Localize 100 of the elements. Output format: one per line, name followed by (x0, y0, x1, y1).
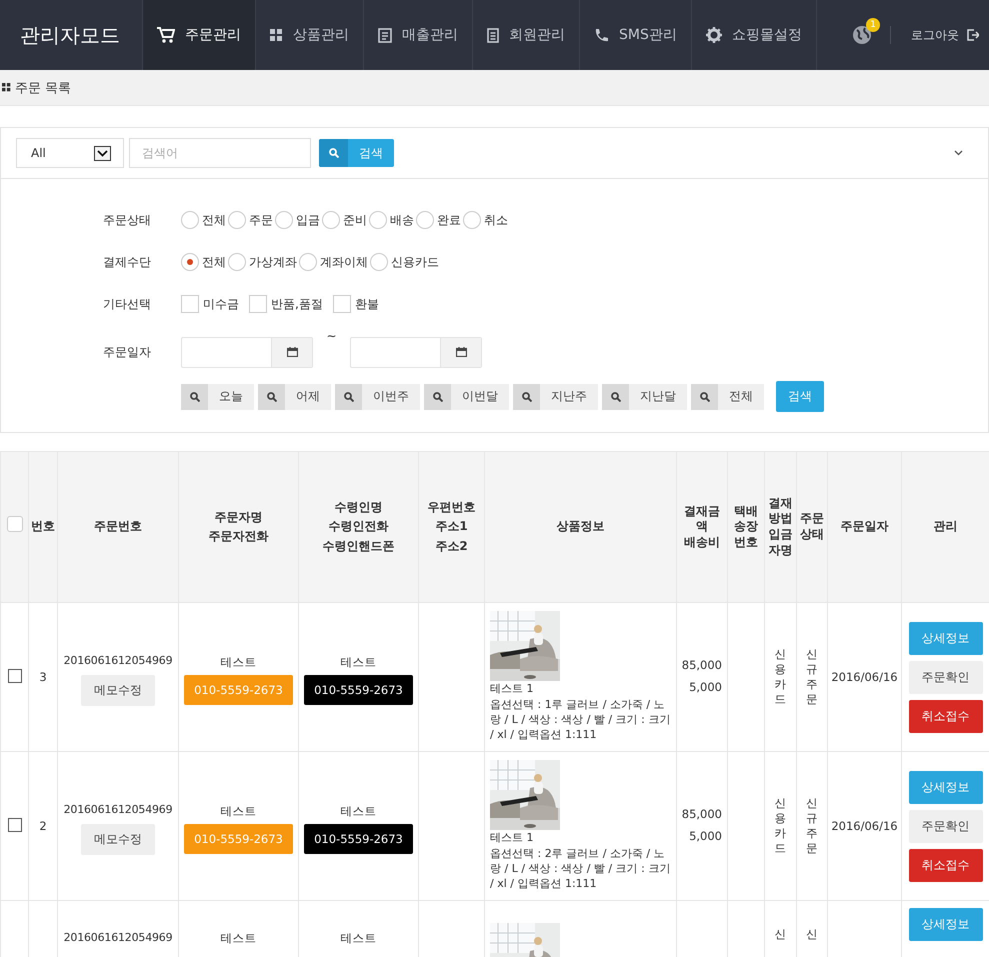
date-range-button[interactable]: 오늘 (181, 384, 254, 410)
column-header: 주문일자 (840, 518, 890, 536)
column-header: 주문자전화 (208, 528, 270, 545)
radio-button[interactable] (181, 211, 199, 229)
phone-icon (594, 28, 609, 42)
document-icon (487, 28, 499, 42)
search-icon (344, 392, 354, 402)
column-header: 수령인핸드폰 (322, 538, 396, 555)
column-header: 수령인명 (334, 499, 384, 516)
column-header: 주문자명 (214, 508, 264, 526)
cancel-request-button[interactable]: 취소접수 (908, 848, 982, 882)
column-header: 관리 (932, 518, 958, 536)
calendar-icon (286, 347, 298, 357)
grid-icon (270, 28, 283, 42)
radio-button[interactable] (370, 253, 388, 271)
option-label: 환불 (354, 296, 379, 312)
grid-icon (2, 83, 11, 92)
option-label: 전체 (202, 212, 226, 228)
shipping-fee: 5,000 (688, 828, 722, 845)
field-label: 주문상태 (103, 212, 152, 228)
payment-amount: 85,000 (680, 657, 722, 674)
date-range-button[interactable]: 이번달 (424, 384, 509, 410)
radio-button[interactable] (275, 211, 293, 229)
cart-icon (157, 27, 175, 43)
option-label: 준비 (343, 212, 367, 228)
column-header: 수령인전화 (328, 518, 390, 536)
option-label: 취소 (484, 212, 508, 228)
order-status: 신규주문 (806, 647, 818, 706)
receiver-phone-button[interactable]: 010-5559-2673 (304, 675, 413, 706)
product-name: 테스트 1 (490, 681, 534, 697)
payment-method: 신용카드 (774, 796, 786, 855)
payment-amount: 85,000 (680, 806, 722, 824)
column-header: 택배송장번호 (733, 504, 759, 550)
radio-button[interactable] (299, 253, 317, 271)
date-range-button[interactable]: 지난달 (602, 384, 687, 410)
date-range-button[interactable]: 전체 (691, 384, 764, 410)
dropdown-caret-icon (94, 146, 111, 160)
search-icon (610, 392, 620, 402)
radio-button[interactable] (463, 211, 481, 229)
confirm-order-button[interactable]: 주문확인 (908, 660, 982, 694)
receiver-phone-button[interactable]: 010-5559-2673 (304, 824, 413, 854)
order-status: 신 (806, 927, 818, 941)
option-label: 미수금 (203, 296, 239, 312)
date-field[interactable] (350, 336, 482, 368)
column-header: 주소1 (434, 518, 469, 536)
memo-edit-button[interactable]: 메모수정 (81, 824, 155, 855)
date-field[interactable] (181, 336, 313, 368)
cancel-request-button[interactable]: 취소접수 (908, 700, 982, 732)
field-label: 기타선택 (103, 296, 152, 312)
column-header: 주문상태 (799, 511, 825, 543)
radio-button[interactable] (416, 211, 434, 229)
date-range-button[interactable]: 이번주 (335, 384, 420, 410)
date-range-button[interactable]: 지난주 (513, 384, 598, 410)
option-label: 신용카드 (391, 254, 439, 270)
option-label: 가상계좌 (249, 254, 297, 270)
range-separator: ~ (325, 329, 338, 343)
search-icon (522, 392, 532, 402)
column-header: 결재방법입금자명 (768, 496, 794, 558)
column-header: 주소2 (434, 538, 469, 555)
column-header: 우편번호 (426, 499, 476, 516)
checkbox[interactable] (249, 295, 267, 313)
globe-icon (852, 25, 872, 45)
nav-item[interactable]: 주문관리 (142, 0, 255, 70)
column-header: 결재금액 (683, 504, 721, 535)
confirm-order-button[interactable]: 주문확인 (908, 810, 982, 842)
radio-button[interactable] (181, 253, 199, 271)
date-range-button[interactable]: 어제 (258, 384, 331, 410)
brand-title: 관리자모드 (19, 22, 121, 48)
scope-dropdown[interactable]: All (16, 138, 124, 168)
column-header: 주문번호 (93, 518, 143, 536)
order-number: 2016061612054969 (62, 803, 174, 818)
logout-link[interactable]: 로그아웃 (911, 26, 979, 44)
shipping-fee: 5,000 (688, 679, 722, 696)
option-label: 배송 (390, 212, 414, 228)
row-checkbox[interactable] (8, 818, 22, 832)
memo-edit-button[interactable]: 메모수정 (81, 674, 155, 706)
orderer-name: 테스트 (220, 804, 258, 818)
receiver-name: 테스트 (340, 804, 378, 818)
search-icon (700, 392, 710, 402)
receiver-name: 테스트 (340, 931, 378, 946)
option-label: 전체 (202, 254, 226, 270)
page-title: 주문 목록 (15, 80, 72, 96)
radio-button[interactable] (228, 253, 246, 271)
radio-button[interactable] (228, 211, 246, 229)
checkbox[interactable] (332, 295, 351, 313)
search-icon (190, 392, 200, 402)
field-label: 결제수단 (103, 254, 152, 270)
select-all-checkbox[interactable] (6, 516, 22, 532)
search-field[interactable]: 검색어 (129, 138, 311, 168)
order-date: 2016/06/16 (831, 670, 898, 684)
checkbox[interactable] (181, 295, 199, 313)
row-number: 2 (39, 819, 47, 833)
option-label: 완료 (437, 212, 461, 228)
orderer-name: 테스트 (220, 654, 258, 670)
notification-badge: 1 (866, 18, 880, 32)
row-checkbox[interactable] (8, 668, 22, 682)
radio-button[interactable] (322, 211, 340, 229)
search-icon (328, 148, 338, 158)
radio-button[interactable] (369, 211, 387, 229)
product-options: 옵션선택 : 2루 글러브 / 소가죽 / 노랑 / L / 색상 : 색상 / 빨 / 크기 : 크기 / xl / 입력옵션 1:111 (490, 846, 671, 892)
